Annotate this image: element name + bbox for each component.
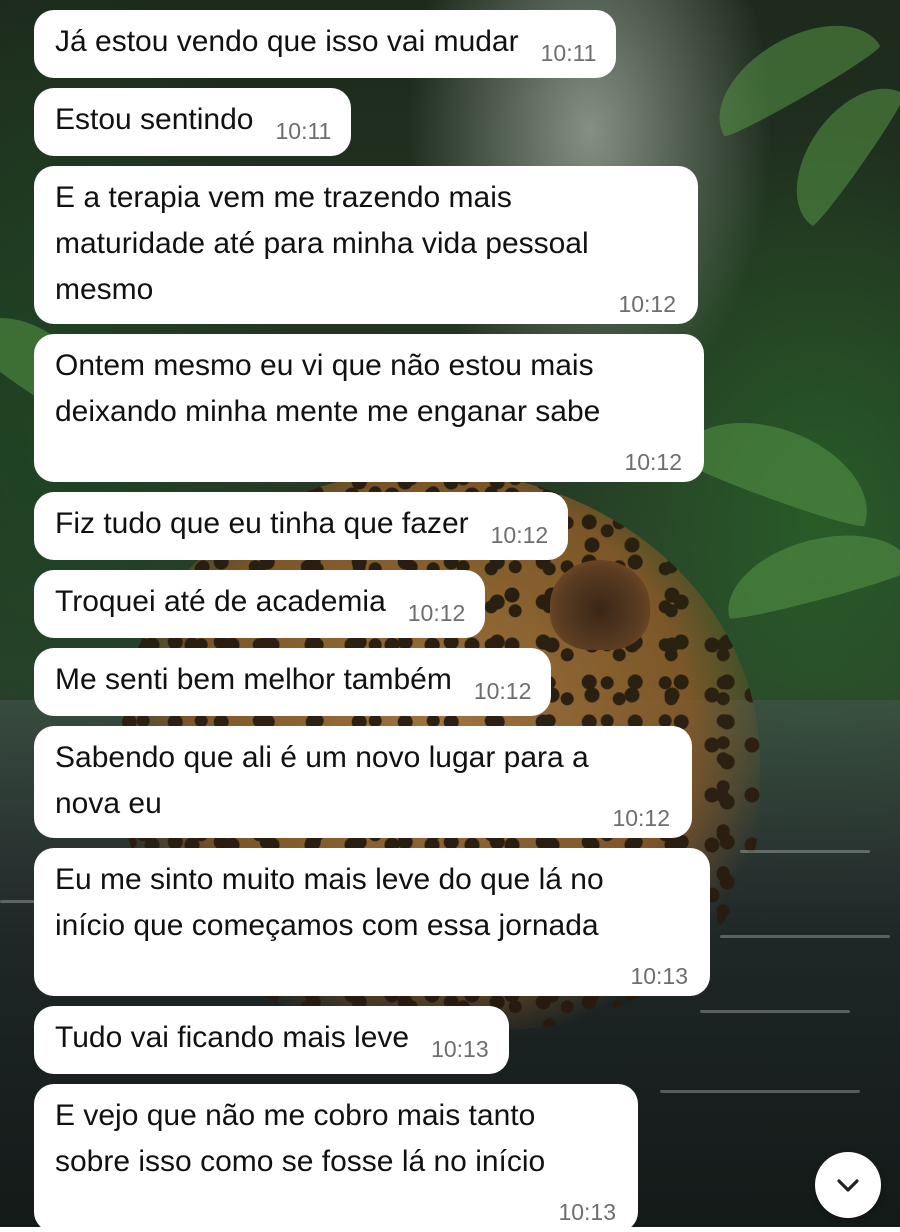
message-time: 10:12	[473, 678, 532, 704]
message-bubble[interactable]: Eu me sinto muito mais leve do que lá no…	[34, 848, 710, 996]
message-bubble[interactable]: Troquei até de academia 10:12	[34, 570, 486, 638]
message-bubble[interactable]: Estou sentindo 10:11	[34, 88, 352, 156]
message-time: 10:13	[431, 1036, 489, 1062]
message-text-line: E vejo que não me cobro mais tanto	[55, 1099, 536, 1132]
message-text: Fiz tudo que eu tinha que fazer	[55, 507, 469, 540]
message-text-line: E a terapia vem me trazendo mais	[55, 181, 512, 214]
message-time: 10:11	[275, 118, 332, 144]
message-bubble[interactable]: Sabendo que ali é um novo lugar para a n…	[34, 726, 692, 838]
message-text: Já estou vendo que isso vai mudar	[55, 25, 519, 58]
message-time: 10:13	[558, 1199, 616, 1225]
message-time: 10:12	[407, 600, 466, 626]
message-text-line: sobre isso como se fosse lá no início	[55, 1145, 546, 1178]
message-text-line: início que começamos com essa jornada	[55, 909, 599, 942]
message-text: Tudo vai ficando mais leve	[55, 1021, 410, 1054]
message-time: 10:11	[540, 40, 597, 66]
message-time: 10:13	[630, 963, 688, 989]
message-text-line: Sabendo que ali é um novo lugar para a	[55, 741, 589, 774]
message-time: 10:12	[618, 291, 676, 317]
message-text: Estou sentindo	[55, 103, 254, 136]
message-time: 10:12	[612, 805, 670, 831]
message-text-line: deixando minha mente me enganar sabe	[55, 395, 601, 428]
message-bubble[interactable]: Me senti bem melhor também 10:12	[34, 648, 552, 716]
message-text-line: nova eu	[55, 787, 162, 820]
scroll-to-bottom-button[interactable]	[815, 1152, 881, 1218]
message-bubble[interactable]: Já estou vendo que isso vai mudar 10:11	[34, 10, 617, 78]
message-bubble[interactable]: E a terapia vem me trazendo mais maturid…	[34, 166, 698, 324]
message-text-line: Ontem mesmo eu vi que não estou mais	[55, 349, 594, 382]
message-bubble[interactable]: Ontem mesmo eu vi que não estou mais dei…	[34, 334, 704, 482]
message-text-line: Eu me sinto muito mais leve do que lá no	[55, 863, 604, 896]
message-text: Troquei até de academia	[55, 585, 386, 618]
message-text-line: mesmo	[55, 273, 154, 306]
message-bubble[interactable]: Fiz tudo que eu tinha que fazer 10:12	[34, 492, 569, 560]
message-time: 10:12	[624, 449, 682, 475]
message-bubble[interactable]: E vejo que não me cobro mais tanto sobre…	[34, 1084, 638, 1232]
message-bubble[interactable]: Tudo vai ficando mais leve 10:13	[34, 1006, 509, 1074]
message-time: 10:12	[490, 522, 549, 548]
message-text-line: maturidade até para minha vida pessoal	[55, 227, 589, 260]
chat-message-list[interactable]: Já estou vendo que isso vai mudar 10:11 E…	[0, 0, 900, 1232]
message-text: Me senti bem melhor também	[55, 663, 452, 696]
chevron-down-icon	[837, 1179, 859, 1192]
